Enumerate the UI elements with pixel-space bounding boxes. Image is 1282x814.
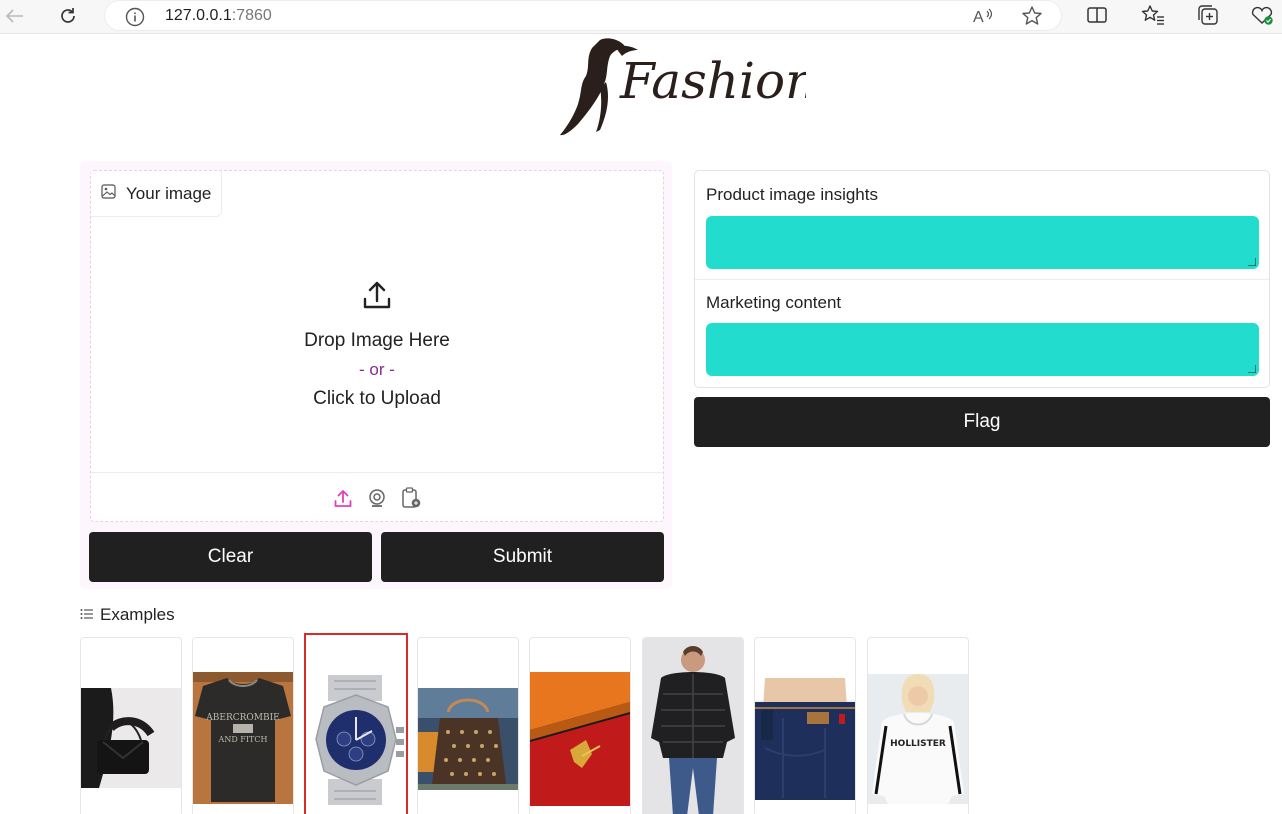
gift-box-thumbnail — [530, 672, 630, 806]
image-input-label: Your image — [91, 171, 223, 217]
example-denim-jeans[interactable] — [754, 637, 856, 814]
submit-button[interactable]: Submit — [381, 532, 664, 582]
image-upload-dropzone[interactable]: Your image Drop Image Here - or - Click … — [90, 170, 664, 522]
example-white-hoodie[interactable]: HOLLISTER — [867, 637, 969, 814]
example-orange-gift-box[interactable] — [529, 637, 631, 814]
example-black-handbag[interactable] — [80, 637, 182, 814]
upload-arrow-icon — [361, 279, 393, 316]
svg-text:A: A — [973, 9, 984, 26]
example-chronograph-watch[interactable] — [304, 633, 408, 814]
clear-button[interactable]: Clear — [89, 532, 372, 582]
drop-area[interactable]: Drop Image Here - or - Click to Upload — [91, 217, 663, 471]
logo-text: Fashion — [619, 52, 806, 110]
address-bar[interactable]: 127.0.0.1:7860 A — [104, 0, 1062, 31]
svg-text:ABERCROMBIE: ABERCROMBIE — [205, 713, 279, 723]
example-monogram-tote[interactable] — [417, 637, 519, 814]
tote-thumbnail — [418, 688, 518, 790]
webcam-icon[interactable] — [367, 487, 387, 509]
examples-label: Examples — [100, 605, 175, 624]
insights-label: Product image insights — [706, 185, 878, 204]
click-to-upload-text[interactable]: Click to Upload — [313, 388, 441, 410]
read-aloud-icon[interactable]: A — [971, 5, 995, 27]
marketing-textbox[interactable] — [706, 323, 1259, 376]
favorites-icon[interactable] — [1141, 4, 1165, 26]
watch-thumbnail — [306, 675, 406, 805]
image-icon — [101, 183, 116, 204]
resize-handle-icon[interactable] — [1248, 365, 1256, 373]
insights-textbox[interactable] — [706, 216, 1259, 269]
output-panel: Product image insights Marketing content — [694, 170, 1270, 388]
jeans-thumbnail — [755, 678, 855, 800]
url-host: 127.0.0.1 — [165, 7, 232, 24]
url-port: :7860 — [231, 7, 272, 24]
example-graphic-tshirt[interactable]: ABERCROMBIE AND FITCH — [192, 637, 294, 814]
back-icon[interactable] — [2, 4, 28, 28]
example-puffer-jacket[interactable] — [642, 637, 744, 814]
or-text: - or - — [359, 359, 395, 379]
url-text: 127.0.0.1:7860 — [165, 7, 272, 25]
info-icon[interactable] — [125, 7, 145, 32]
collections-icon[interactable] — [1196, 4, 1220, 26]
hoodie-thumbnail: HOLLISTER — [868, 674, 968, 804]
list-icon — [80, 605, 94, 625]
upload-icon[interactable] — [333, 487, 353, 509]
split-screen-icon[interactable] — [1085, 4, 1109, 26]
tshirt-thumbnail: ABERCROMBIE AND FITCH — [193, 672, 293, 804]
browser-essentials-icon[interactable] — [1250, 4, 1274, 26]
input-panel: Your image Drop Image Here - or - Click … — [80, 161, 672, 589]
browser-toolbar: 127.0.0.1:7860 A — [0, 0, 1282, 34]
drop-image-text: Drop Image Here — [304, 329, 450, 351]
fashion-logo: Fashion — [556, 36, 817, 138]
field-divider — [695, 279, 1269, 280]
favorite-icon[interactable] — [1020, 5, 1044, 27]
reload-icon[interactable] — [55, 4, 81, 28]
flag-button[interactable]: Flag — [694, 397, 1270, 447]
image-input-label-text: Your image — [126, 183, 212, 203]
image-source-bar — [91, 472, 663, 522]
jacket-thumbnail — [643, 638, 743, 814]
resize-handle-icon[interactable] — [1248, 258, 1256, 266]
examples-header: Examples — [80, 605, 175, 625]
clipboard-icon[interactable] — [401, 486, 421, 509]
svg-text:HOLLISTER: HOLLISTER — [890, 739, 946, 749]
marketing-label: Marketing content — [706, 293, 842, 312]
svg-text:AND FITCH: AND FITCH — [218, 735, 268, 744]
handbag-thumbnail — [81, 688, 181, 788]
